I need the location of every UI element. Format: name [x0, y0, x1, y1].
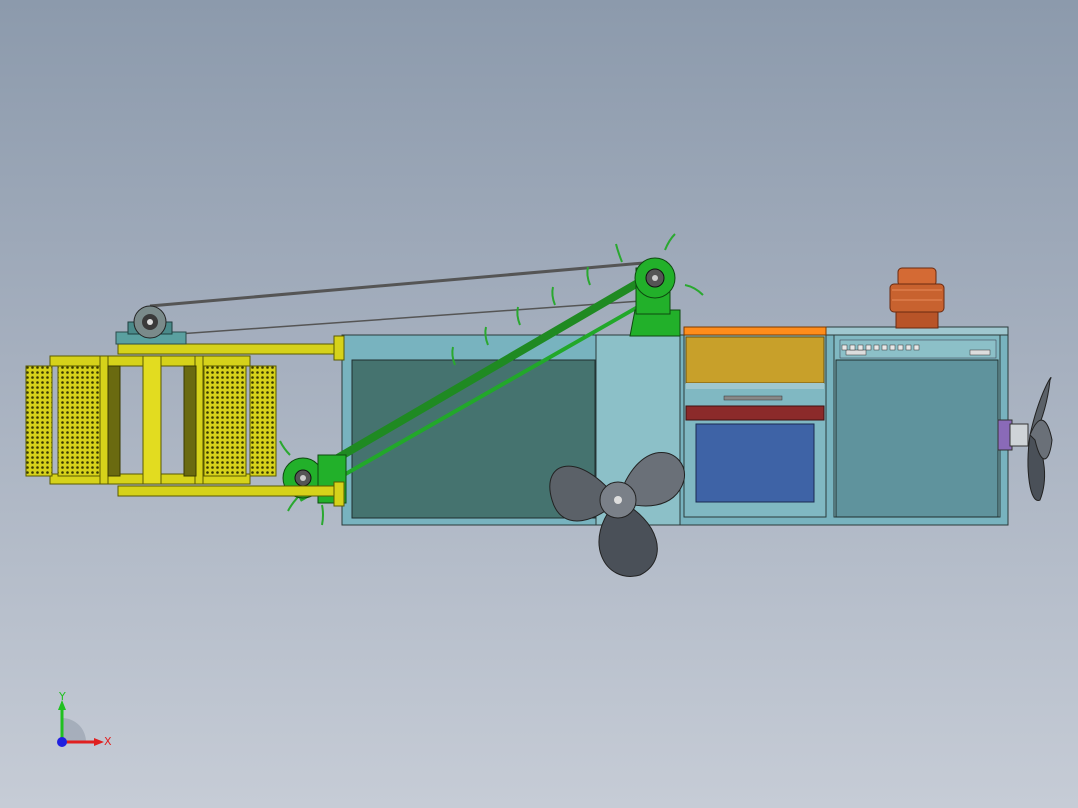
- y-axis-label: Y: [58, 690, 66, 703]
- drive-belt: [149, 260, 656, 337]
- drive-pulley: [127, 305, 173, 339]
- roller-shaft: [142, 355, 162, 485]
- battery: [685, 336, 825, 503]
- motor: [889, 267, 945, 329]
- model-drawing: Y X: [25, 233, 1053, 748]
- coordinate-triad: Y X: [57, 690, 112, 748]
- x-axis-label: X: [104, 735, 112, 748]
- divider-plate: [685, 405, 825, 421]
- cad-viewport[interactable]: Y X: [0, 0, 1078, 808]
- z-axis-dot: [57, 737, 67, 747]
- control-panel: [839, 339, 997, 359]
- top-strip: [683, 326, 827, 336]
- storage-box: [695, 423, 815, 503]
